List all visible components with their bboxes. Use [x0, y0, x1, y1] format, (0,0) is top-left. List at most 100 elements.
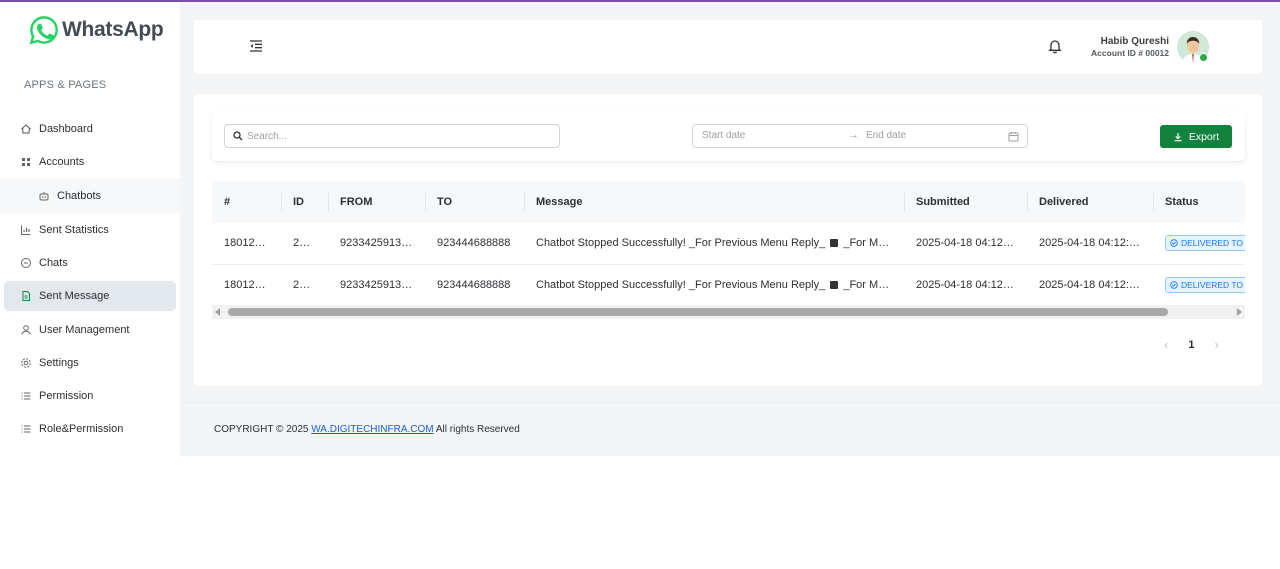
account-id: Account ID # 00012 [1091, 48, 1169, 58]
brand-logo[interactable]: WhatsApp [29, 15, 164, 45]
chat-bubble-icon [20, 257, 32, 269]
column-header-id[interactable]: ID [281, 181, 328, 223]
sidebar-item-sent-statistics[interactable]: Sent Statistics [0, 213, 180, 246]
table-header-row: # ID FROM TO Message Submitted Delivered… [212, 181, 1245, 223]
cell-from: 923342591363 [328, 223, 425, 265]
top-header: Habib Qureshi Account ID # 00012 [194, 20, 1262, 74]
cell-id: 2108 [281, 223, 328, 265]
sidebar-item-label: Role&Permission [39, 422, 124, 435]
section-label: APPS & PAGES [24, 79, 107, 91]
menu-collapse-icon[interactable] [248, 38, 264, 54]
pagination: ‹ 1 › [1164, 337, 1219, 352]
arrow-right-icon: → [848, 129, 859, 141]
scroll-left-arrow-icon[interactable] [215, 308, 220, 316]
cell-to: 923444688888 [425, 223, 524, 265]
sidebar-item-label: Chats [39, 256, 68, 269]
sidebar-item-label: Permission [39, 389, 94, 402]
emoji-icon [830, 239, 839, 248]
sidebar-item-label: Sent Message [39, 290, 110, 302]
cell-num: 18012294 [212, 264, 281, 306]
filter-bar: Start date → End date Export [212, 111, 1245, 161]
check-circle-icon [1170, 280, 1178, 289]
sidebar-item-chatbots[interactable]: Chatbots [0, 178, 180, 213]
sidebar-item-dashboard[interactable]: Dashboard [0, 112, 180, 145]
column-header-delivered[interactable]: Delivered [1027, 181, 1153, 223]
cell-message: Chatbot Stopped Successfully! _For Previ… [524, 264, 904, 306]
table-row[interactable]: 18012294 2108 923342591363 923444688888 … [212, 223, 1245, 265]
column-header-from[interactable]: FROM [328, 181, 425, 223]
document-icon [20, 290, 32, 302]
cell-to: 923444688888 [425, 264, 524, 306]
footer-link[interactable]: WA.DIGITECHINFRA.COM [311, 424, 433, 435]
status-text: DELIVERED TO [1181, 238, 1244, 249]
scrollbar-thumb[interactable] [228, 308, 1168, 316]
sidebar-nav: Dashboard Accounts Chatbots Sent Statist… [0, 112, 180, 445]
sidebar-item-permission[interactable]: Permission [0, 379, 180, 412]
footer-text: COPYRIGHT © 2025 WA.DIGITECHINFRA.COM Al… [214, 424, 520, 435]
calendar-icon [1008, 132, 1019, 142]
message-text-part: _For Main Menu Reply_ [843, 278, 904, 291]
search-box[interactable] [224, 124, 560, 148]
column-header-status[interactable]: Status [1153, 181, 1245, 223]
sidebar-item-label: Settings [39, 356, 79, 369]
message-text-part: Chatbot Stopped Successfully! _For Previ… [536, 278, 826, 291]
messages-table: # ID FROM TO Message Submitted Delivered… [212, 181, 1245, 306]
sidebar-item-sent-message[interactable]: Sent Message [4, 281, 176, 311]
sidebar-item-label: Dashboard [39, 122, 93, 135]
sidebar-item-label: Chatbots [57, 189, 102, 202]
prev-page-button[interactable]: ‹ [1164, 337, 1168, 352]
cell-num: 18012294 [212, 223, 281, 265]
home-icon [20, 123, 32, 135]
brand-name: WhatsApp [62, 18, 164, 41]
sidebar-item-label: User Management [39, 323, 130, 336]
message-text-part: Chatbot Stopped Successfully! _For Previ… [536, 237, 826, 250]
column-header-to[interactable]: TO [425, 181, 524, 223]
export-label: Export [1188, 130, 1220, 143]
sidebar-item-settings[interactable]: Settings [0, 346, 180, 379]
online-status-dot [1199, 53, 1208, 62]
cell-submitted: 2025-04-18 04:12:31 [904, 264, 1027, 306]
footer: COPYRIGHT © 2025 WA.DIGITECHINFRA.COM Al… [180, 402, 1280, 456]
cell-delivered: 2025-04-18 04:12:32 [1027, 223, 1153, 265]
table-row[interactable]: 18012294 2108 923342591363 923444688888 … [212, 264, 1245, 306]
scroll-right-arrow-icon[interactable] [1237, 308, 1242, 316]
column-header-num[interactable]: # [212, 181, 281, 223]
user-name: Habib Qureshi [1100, 36, 1169, 47]
cell-status: DELIVERED TO [1153, 264, 1245, 306]
cell-delivered: 2025-04-18 04:12:32 [1027, 264, 1153, 306]
date-range-picker[interactable]: Start date → End date [692, 124, 1028, 148]
start-date-input[interactable]: Start date [702, 130, 745, 141]
emoji-icon [830, 280, 839, 289]
page-number-1[interactable]: 1 [1188, 339, 1194, 351]
column-header-message[interactable]: Message [524, 181, 904, 223]
status-badge: DELIVERED TO [1165, 235, 1245, 252]
column-header-submitted[interactable]: Submitted [904, 181, 1027, 223]
bell-icon[interactable] [1047, 38, 1063, 54]
sidebar-item-user-management[interactable]: User Management [0, 313, 180, 346]
status-text: DELIVERED TO [1181, 279, 1244, 290]
sidebar-item-chats[interactable]: Chats [0, 246, 180, 279]
copyright-text: COPYRIGHT © 2025 [214, 424, 309, 435]
search-icon [233, 131, 243, 141]
cell-message: Chatbot Stopped Successfully! _For Previ… [524, 223, 904, 265]
next-page-button[interactable]: › [1214, 337, 1218, 352]
cell-from: 923342591363 [328, 264, 425, 306]
search-input[interactable] [247, 130, 547, 142]
sidebar-item-accounts[interactable]: Accounts [0, 145, 180, 178]
sidebar-item-label: Accounts [39, 155, 85, 168]
cell-id: 2108 [281, 264, 328, 306]
rights-text: All rights Reserved [435, 424, 520, 435]
status-badge: DELIVERED TO [1165, 276, 1245, 293]
sidebar-item-label: Sent Statistics [39, 223, 109, 236]
message-text-part: _For Main Menu Reply_ [843, 237, 904, 250]
sidebar-item-role-permission[interactable]: Role&Permission [0, 412, 180, 445]
end-date-input[interactable]: End date [866, 130, 906, 141]
cell-submitted: 2025-04-18 04:12:31 [904, 223, 1027, 265]
list-icon [20, 423, 32, 435]
sent-message-card: Start date → End date Export # ID FROM T… [194, 94, 1262, 386]
horizontal-scrollbar[interactable] [212, 305, 1245, 319]
check-circle-icon [1170, 239, 1178, 247]
download-icon [1174, 132, 1182, 141]
messages-table-wrapper: # ID FROM TO Message Submitted Delivered… [212, 181, 1245, 319]
export-button[interactable]: Export [1160, 125, 1232, 148]
